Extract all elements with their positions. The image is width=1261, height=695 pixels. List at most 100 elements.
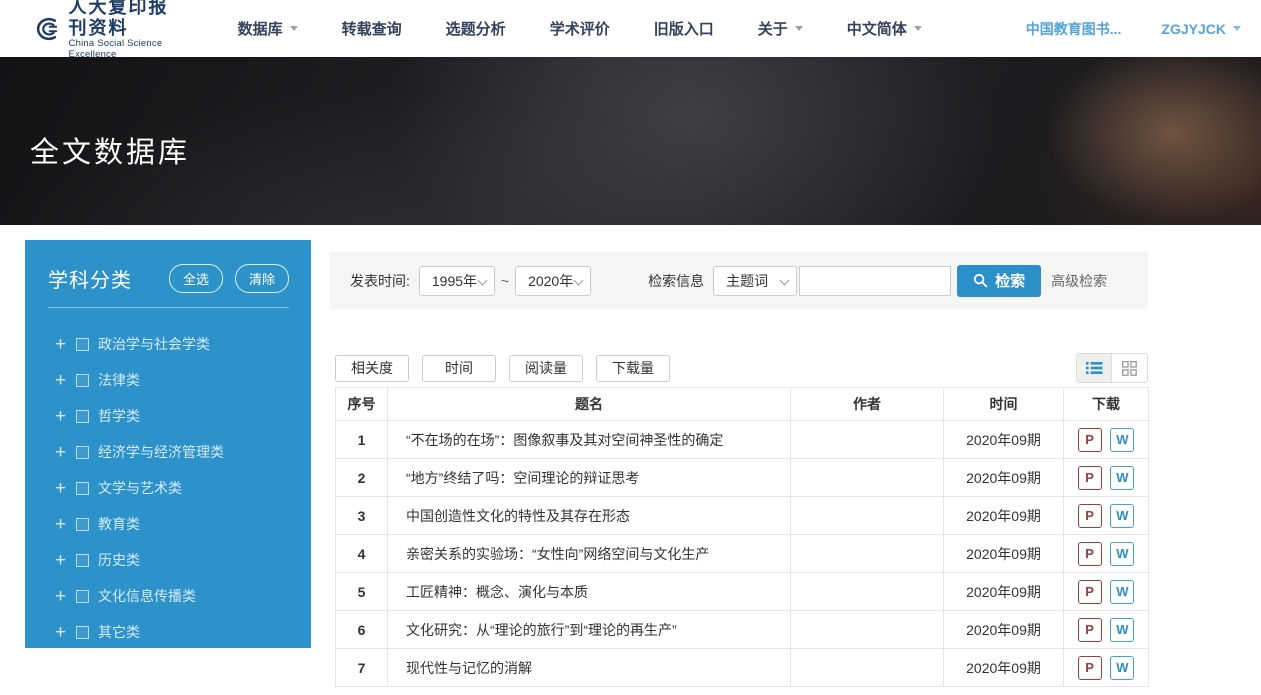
download-pdf-button[interactable]: P bbox=[1078, 618, 1102, 642]
expand-plus-icon[interactable]: + bbox=[55, 335, 76, 354]
year-from-select[interactable]: 1995年 bbox=[419, 266, 495, 296]
category-culture-media[interactable]: + 文化信息传播类 bbox=[25, 578, 311, 614]
search-input[interactable] bbox=[799, 266, 951, 296]
view-mode-toggle bbox=[1076, 353, 1148, 383]
search-field-select[interactable]: 主题词 bbox=[713, 266, 797, 296]
expand-plus-icon[interactable]: + bbox=[55, 371, 76, 390]
download-pdf-button[interactable]: P bbox=[1078, 428, 1102, 452]
chevron-down-icon bbox=[780, 275, 790, 285]
sort-time-button[interactable]: 时间 bbox=[422, 355, 496, 382]
expand-plus-icon[interactable]: + bbox=[55, 443, 76, 462]
category-checkbox[interactable] bbox=[76, 410, 89, 423]
category-philosophy[interactable]: + 哲学类 bbox=[25, 398, 311, 434]
category-history[interactable]: + 历史类 bbox=[25, 542, 311, 578]
row-number: 6 bbox=[336, 611, 388, 649]
article-title-link[interactable]: 工匠精神：概念、演化与本质 bbox=[406, 584, 588, 600]
search-button[interactable]: 检索 bbox=[957, 265, 1041, 297]
grid-view-button[interactable] bbox=[1112, 354, 1147, 382]
expand-plus-icon[interactable]: + bbox=[55, 479, 76, 498]
nav-academic-evaluation[interactable]: 学术评价 bbox=[550, 18, 610, 39]
download-word-button[interactable]: W bbox=[1110, 656, 1134, 680]
category-other[interactable]: + 其它类 bbox=[25, 614, 311, 650]
row-number: 2 bbox=[336, 459, 388, 497]
select-all-button[interactable]: 全选 bbox=[169, 264, 223, 293]
download-word-button[interactable]: W bbox=[1110, 542, 1134, 566]
expand-plus-icon[interactable]: + bbox=[55, 515, 76, 534]
expand-plus-icon[interactable]: + bbox=[55, 623, 76, 642]
row-time: 2020年09期 bbox=[944, 421, 1064, 459]
table-row: 2 “地方”终结了吗：空间理论的辩证思考 2020年09期 P W bbox=[336, 459, 1149, 497]
clear-button[interactable]: 清除 bbox=[235, 264, 289, 293]
download-pdf-button[interactable]: P bbox=[1078, 504, 1102, 528]
category-checkbox[interactable] bbox=[76, 374, 89, 387]
row-time: 2020年09期 bbox=[944, 573, 1064, 611]
category-literature-art[interactable]: + 文学与艺术类 bbox=[25, 470, 311, 506]
nav-reprint-query[interactable]: 转载查询 bbox=[342, 18, 402, 39]
institution-link[interactable]: 中国教育图书... bbox=[1026, 19, 1122, 39]
advanced-search-link[interactable]: 高级检索 bbox=[1051, 271, 1107, 291]
download-word-button[interactable]: W bbox=[1110, 618, 1134, 642]
article-title-link[interactable]: 现代性与记忆的消解 bbox=[406, 660, 532, 676]
category-education[interactable]: + 教育类 bbox=[25, 506, 311, 542]
article-title-link[interactable]: 亲密关系的实验场：“女性向”网络空间与文化生产 bbox=[406, 546, 709, 562]
expand-plus-icon[interactable]: + bbox=[55, 551, 76, 570]
nav-database[interactable]: 数据库 bbox=[238, 18, 298, 39]
year-to-select[interactable]: 2020年 bbox=[515, 266, 591, 296]
sort-reads-button[interactable]: 阅读量 bbox=[509, 355, 583, 382]
category-checkbox[interactable] bbox=[76, 338, 89, 351]
expand-plus-icon[interactable]: + bbox=[55, 587, 76, 606]
nav-topic-analysis-label: 选题分析 bbox=[446, 18, 506, 39]
nav-old-version[interactable]: 旧版入口 bbox=[654, 18, 714, 39]
row-author bbox=[791, 649, 944, 687]
download-word-button[interactable]: W bbox=[1110, 504, 1134, 528]
nav-language-label: 中文简体 bbox=[847, 18, 907, 39]
download-word-button[interactable]: W bbox=[1110, 580, 1134, 604]
category-checkbox[interactable] bbox=[76, 446, 89, 459]
category-law[interactable]: + 法律类 bbox=[25, 362, 311, 398]
expand-plus-icon[interactable]: + bbox=[55, 407, 76, 426]
article-title-link[interactable]: “不在场的在场”：图像叙事及其对空间神圣性的确定 bbox=[406, 432, 723, 448]
download-pdf-button[interactable]: P bbox=[1078, 542, 1102, 566]
year-from-value: 1995年 bbox=[432, 271, 477, 291]
category-checkbox[interactable] bbox=[76, 554, 89, 567]
nav-about[interactable]: 关于 bbox=[758, 18, 803, 39]
download-word-button[interactable]: W bbox=[1110, 466, 1134, 490]
chevron-down-icon bbox=[290, 26, 298, 31]
col-header-time: 时间 bbox=[944, 388, 1064, 421]
category-economics[interactable]: + 经济学与经济管理类 bbox=[25, 434, 311, 470]
table-row: 3 中国创造性文化的特性及其存在形态 2020年09期 P W bbox=[336, 497, 1149, 535]
category-checkbox[interactable] bbox=[76, 518, 89, 531]
article-title-link[interactable]: 文化研究：从“理论的旅行”到“理论的再生产” bbox=[406, 622, 677, 638]
category-checkbox[interactable] bbox=[76, 482, 89, 495]
article-title-link[interactable]: “地方”终结了吗：空间理论的辩证思考 bbox=[406, 470, 639, 486]
sort-relevance-button[interactable]: 相关度 bbox=[335, 355, 409, 382]
row-number: 1 bbox=[336, 421, 388, 459]
table-row: 1 “不在场的在场”：图像叙事及其对空间神圣性的确定 2020年09期 P W bbox=[336, 421, 1149, 459]
logo-icon bbox=[30, 10, 61, 48]
username-label: ZGJYJCK bbox=[1161, 21, 1226, 37]
row-author bbox=[791, 573, 944, 611]
category-list: + 政治学与社会学类 + 法律类 + 哲学类 + 经济学与经济管理类 + bbox=[25, 326, 311, 650]
download-pdf-button[interactable]: P bbox=[1078, 580, 1102, 604]
category-label: 文化信息传播类 bbox=[98, 586, 196, 606]
article-title-link[interactable]: 中国创造性文化的特性及其存在形态 bbox=[406, 508, 630, 524]
download-pdf-button[interactable]: P bbox=[1078, 656, 1102, 680]
site-logo[interactable]: 人大复印报刊资料 China Social Science Excellence bbox=[30, 0, 180, 60]
nav-topic-analysis[interactable]: 选题分析 bbox=[446, 18, 506, 39]
category-checkbox[interactable] bbox=[76, 590, 89, 603]
category-label: 历史类 bbox=[98, 550, 140, 570]
institution-label: 中国教育图书... bbox=[1026, 19, 1122, 39]
row-time: 2020年09期 bbox=[944, 649, 1064, 687]
user-account-menu[interactable]: ZGJYJCK bbox=[1161, 21, 1241, 37]
list-view-button[interactable] bbox=[1077, 354, 1112, 382]
category-checkbox[interactable] bbox=[76, 626, 89, 639]
top-header: 人大复印报刊资料 China Social Science Excellence… bbox=[0, 0, 1261, 57]
download-pdf-button[interactable]: P bbox=[1078, 466, 1102, 490]
chevron-down-icon bbox=[914, 26, 922, 31]
nav-old-version-label: 旧版入口 bbox=[654, 18, 714, 39]
category-politics-sociology[interactable]: + 政治学与社会学类 bbox=[25, 326, 311, 362]
nav-language[interactable]: 中文简体 bbox=[847, 18, 922, 39]
sort-downloads-button[interactable]: 下载量 bbox=[596, 355, 670, 382]
row-author bbox=[791, 535, 944, 573]
download-word-button[interactable]: W bbox=[1110, 428, 1134, 452]
